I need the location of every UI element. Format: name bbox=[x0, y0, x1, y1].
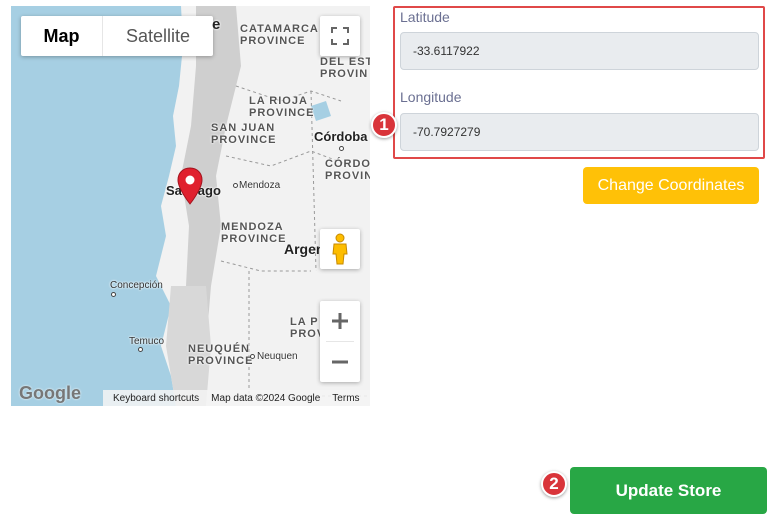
terms-link[interactable]: Terms bbox=[332, 393, 359, 404]
change-coordinates-button[interactable]: Change Coordinates bbox=[583, 167, 759, 204]
map-city-dot bbox=[339, 146, 344, 151]
map-city-concepcion: Concepción bbox=[110, 280, 163, 291]
map-city-dot bbox=[233, 183, 238, 188]
map-type-control: Map Satellite bbox=[21, 16, 213, 56]
map-city-dot bbox=[138, 347, 143, 352]
map-label-san-juan: SAN JUAN PROVINCE bbox=[211, 122, 277, 146]
update-store-button[interactable]: Update Store bbox=[570, 467, 767, 514]
keyboard-shortcuts-link[interactable]: Keyboard shortcuts bbox=[113, 393, 199, 404]
map-label-top-e: e bbox=[212, 16, 221, 33]
zoom-out-button[interactable] bbox=[320, 342, 360, 382]
map-type-map-button[interactable]: Map bbox=[21, 16, 103, 56]
map-label-la-rioja: LA RIOJA PROVINCE bbox=[249, 95, 315, 119]
longitude-field[interactable]: -70.7927279 bbox=[400, 113, 759, 151]
map-city-cordoba: Córdoba bbox=[314, 129, 368, 144]
map-label-neuquen-province: NEUQUÉN PROVINCE bbox=[188, 343, 254, 367]
google-logo: Google bbox=[19, 383, 81, 403]
annotation-badge-1: 1 bbox=[371, 112, 397, 138]
map-label-mendoza-province: MENDOZA PROVINCE bbox=[221, 221, 287, 245]
street-view-button[interactable] bbox=[320, 229, 360, 269]
map-attribution: Keyboard shortcuts Map data ©2024 Google… bbox=[103, 390, 370, 406]
map-label-estero: DEL EST PROVIN bbox=[320, 56, 370, 80]
pegman-icon bbox=[332, 233, 348, 265]
location-pin-icon[interactable] bbox=[177, 167, 203, 210]
fullscreen-button[interactable] bbox=[320, 16, 360, 56]
map-view[interactable]: Map Satellite e CATAMARCA PROVINCE DEL ES… bbox=[11, 6, 370, 406]
zoom-in-button[interactable] bbox=[320, 301, 360, 341]
map-city-dot bbox=[250, 354, 255, 359]
map-city-neuquen: Neuquen bbox=[257, 351, 298, 362]
map-type-satellite-button[interactable]: Satellite bbox=[103, 16, 213, 56]
latitude-field[interactable]: -33.6117922 bbox=[400, 32, 759, 70]
zoom-control bbox=[320, 301, 360, 382]
map-city-argentina: Argen bbox=[284, 241, 325, 257]
fullscreen-icon bbox=[331, 27, 349, 45]
map-city-mendoza: Mendoza bbox=[239, 180, 281, 191]
map-label-catamarca: CATAMARCA PROVINCE bbox=[240, 23, 319, 47]
map-data-text: Map data ©2024 Google bbox=[211, 392, 321, 404]
plus-icon bbox=[332, 313, 348, 329]
map-city-temuco: Temuco bbox=[129, 336, 165, 347]
longitude-label: Longitude bbox=[400, 89, 462, 105]
latitude-label: Latitude bbox=[400, 9, 450, 25]
annotation-badge-2: 2 bbox=[541, 471, 567, 497]
minus-icon bbox=[332, 360, 348, 364]
map-label-cordoba-province: CÓRDOBPROVIN bbox=[325, 158, 370, 182]
map-city-dot bbox=[111, 292, 116, 297]
